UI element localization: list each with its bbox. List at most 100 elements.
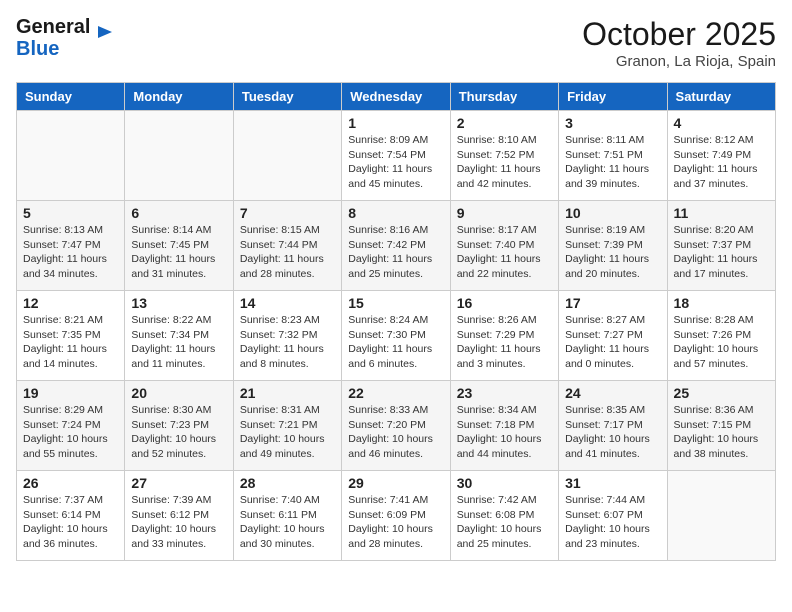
day-info: Sunrise: 7:42 AM Sunset: 6:08 PM Dayligh… xyxy=(457,493,552,552)
day-info: Sunrise: 8:33 AM Sunset: 7:20 PM Dayligh… xyxy=(348,403,443,462)
day-info: Sunrise: 7:40 AM Sunset: 6:11 PM Dayligh… xyxy=(240,493,335,552)
day-info: Sunrise: 7:37 AM Sunset: 6:14 PM Dayligh… xyxy=(23,493,118,552)
day-number: 22 xyxy=(348,385,443,401)
day-number: 27 xyxy=(131,475,226,491)
day-number: 9 xyxy=(457,205,552,221)
day-number: 31 xyxy=(565,475,660,491)
calendar-cell: 23Sunrise: 8:34 AM Sunset: 7:18 PM Dayli… xyxy=(450,381,558,471)
day-info: Sunrise: 8:36 AM Sunset: 7:15 PM Dayligh… xyxy=(674,403,769,462)
day-number: 3 xyxy=(565,115,660,131)
calendar-week-1: 1Sunrise: 8:09 AM Sunset: 7:54 PM Daylig… xyxy=(17,111,776,201)
day-info: Sunrise: 8:30 AM Sunset: 7:23 PM Dayligh… xyxy=(131,403,226,462)
title-block: October 2025 Granon, La Rioja, Spain xyxy=(582,16,776,70)
location: Granon, La Rioja, Spain xyxy=(582,53,776,70)
calendar-cell: 1Sunrise: 8:09 AM Sunset: 7:54 PM Daylig… xyxy=(342,111,450,201)
calendar-cell: 18 Sunrise: 8:28 AM Sunset: 7:26 PM Dayli… xyxy=(667,291,775,381)
calendar-cell: 6Sunrise: 8:14 AM Sunset: 7:45 PM Daylig… xyxy=(125,201,233,291)
day-info: Sunrise: 8:17 AM Sunset: 7:40 PM Dayligh… xyxy=(457,223,552,282)
calendar-cell: 17Sunrise: 8:27 AM Sunset: 7:27 PM Dayli… xyxy=(559,291,667,381)
day-number: 12 xyxy=(23,295,118,311)
day-info: Sunrise: 8:35 AM Sunset: 7:17 PM Dayligh… xyxy=(565,403,660,462)
calendar-cell: 16Sunrise: 8:26 AM Sunset: 7:29 PM Dayli… xyxy=(450,291,558,381)
calendar-cell: 28 Sunrise: 7:40 AM Sunset: 6:11 PM Dayli… xyxy=(233,471,341,561)
calendar-week-2: 5 Sunrise: 8:13 AM Sunset: 7:47 PM Daylig… xyxy=(17,201,776,291)
calendar-cell: 29Sunrise: 7:41 AM Sunset: 6:09 PM Dayli… xyxy=(342,471,450,561)
day-number: 8 xyxy=(348,205,443,221)
calendar-cell: 21Sunrise: 8:31 AM Sunset: 7:21 PM Dayli… xyxy=(233,381,341,471)
calendar-week-4: 19Sunrise: 8:29 AM Sunset: 7:24 PM Dayli… xyxy=(17,381,776,471)
day-number: 25 xyxy=(674,385,769,401)
calendar-cell: 14Sunrise: 8:23 AM Sunset: 7:32 PM Dayli… xyxy=(233,291,341,381)
calendar-cell: 27 Sunrise: 7:39 AM Sunset: 6:12 PM Dayli… xyxy=(125,471,233,561)
day-info: Sunrise: 8:13 AM Sunset: 7:47 PM Dayligh… xyxy=(23,223,118,282)
calendar-week-5: 26 Sunrise: 7:37 AM Sunset: 6:14 PM Dayli… xyxy=(17,471,776,561)
calendar-cell: 13 Sunrise: 8:22 AM Sunset: 7:34 PM Dayli… xyxy=(125,291,233,381)
day-info: Sunrise: 8:22 AM Sunset: 7:34 PM Dayligh… xyxy=(131,313,226,372)
day-number: 13 xyxy=(131,295,226,311)
day-info: Sunrise: 8:23 AM Sunset: 7:32 PM Dayligh… xyxy=(240,313,335,372)
day-info: Sunrise: 8:12 AM Sunset: 7:49 PM Dayligh… xyxy=(674,133,769,192)
day-info: Sunrise: 8:27 AM Sunset: 7:27 PM Dayligh… xyxy=(565,313,660,372)
calendar-cell: 2 Sunrise: 8:10 AM Sunset: 7:52 PM Daylig… xyxy=(450,111,558,201)
day-number: 30 xyxy=(457,475,552,491)
day-number: 18 xyxy=(674,295,769,311)
day-info: Sunrise: 8:10 AM Sunset: 7:52 PM Dayligh… xyxy=(457,133,552,192)
day-number: 5 xyxy=(23,205,118,221)
weekday-header-saturday: Saturday xyxy=(667,83,775,111)
day-number: 16 xyxy=(457,295,552,311)
calendar-cell: 12 Sunrise: 8:21 AM Sunset: 7:35 PM Dayli… xyxy=(17,291,125,381)
day-number: 1 xyxy=(348,115,443,131)
calendar-cell: 15Sunrise: 8:24 AM Sunset: 7:30 PM Dayli… xyxy=(342,291,450,381)
day-number: 2 xyxy=(457,115,552,131)
calendar-cell: 26 Sunrise: 7:37 AM Sunset: 6:14 PM Dayli… xyxy=(17,471,125,561)
day-number: 24 xyxy=(565,385,660,401)
calendar-cell: 30 Sunrise: 7:42 AM Sunset: 6:08 PM Dayli… xyxy=(450,471,558,561)
day-info: Sunrise: 8:19 AM Sunset: 7:39 PM Dayligh… xyxy=(565,223,660,282)
logo-icon xyxy=(94,22,114,42)
calendar-cell xyxy=(17,111,125,201)
day-info: Sunrise: 8:11 AM Sunset: 7:51 PM Dayligh… xyxy=(565,133,660,192)
calendar-cell: 3 Sunrise: 8:11 AM Sunset: 7:51 PM Daylig… xyxy=(559,111,667,201)
weekday-header-wednesday: Wednesday xyxy=(342,83,450,111)
day-info: Sunrise: 8:24 AM Sunset: 7:30 PM Dayligh… xyxy=(348,313,443,372)
calendar-cell: 5 Sunrise: 8:13 AM Sunset: 7:47 PM Daylig… xyxy=(17,201,125,291)
calendar-cell xyxy=(233,111,341,201)
weekday-header-sunday: Sunday xyxy=(17,83,125,111)
weekday-header-row: SundayMondayTuesdayWednesdayThursdayFrid… xyxy=(17,83,776,111)
day-number: 23 xyxy=(457,385,552,401)
calendar-cell: 20 Sunrise: 8:30 AM Sunset: 7:23 PM Dayli… xyxy=(125,381,233,471)
weekday-header-thursday: Thursday xyxy=(450,83,558,111)
calendar-cell: 8 Sunrise: 8:16 AM Sunset: 7:42 PM Daylig… xyxy=(342,201,450,291)
calendar-cell: 22 Sunrise: 8:33 AM Sunset: 7:20 PM Dayli… xyxy=(342,381,450,471)
calendar-cell: 24 Sunrise: 8:35 AM Sunset: 7:17 PM Dayli… xyxy=(559,381,667,471)
day-number: 6 xyxy=(131,205,226,221)
month-title: October 2025 xyxy=(582,16,776,53)
day-info: Sunrise: 8:28 AM Sunset: 7:26 PM Dayligh… xyxy=(674,313,769,372)
day-number: 26 xyxy=(23,475,118,491)
calendar-cell: 31 Sunrise: 7:44 AM Sunset: 6:07 PM Dayli… xyxy=(559,471,667,561)
calendar-cell: 25 Sunrise: 8:36 AM Sunset: 7:15 PM Dayli… xyxy=(667,381,775,471)
day-info: Sunrise: 7:39 AM Sunset: 6:12 PM Dayligh… xyxy=(131,493,226,552)
calendar-cell: 4Sunrise: 8:12 AM Sunset: 7:49 PM Daylig… xyxy=(667,111,775,201)
page-header: General Blue October 2025 Granon, La Rio… xyxy=(16,16,776,70)
day-number: 29 xyxy=(348,475,443,491)
day-number: 10 xyxy=(565,205,660,221)
day-number: 11 xyxy=(674,205,769,221)
day-info: Sunrise: 8:21 AM Sunset: 7:35 PM Dayligh… xyxy=(23,313,118,372)
day-info: Sunrise: 8:16 AM Sunset: 7:42 PM Dayligh… xyxy=(348,223,443,282)
day-number: 20 xyxy=(131,385,226,401)
day-number: 28 xyxy=(240,475,335,491)
calendar-cell: 7Sunrise: 8:15 AM Sunset: 7:44 PM Daylig… xyxy=(233,201,341,291)
logo-blue: Blue xyxy=(16,38,59,60)
calendar-week-3: 12 Sunrise: 8:21 AM Sunset: 7:35 PM Dayli… xyxy=(17,291,776,381)
day-info: Sunrise: 7:44 AM Sunset: 6:07 PM Dayligh… xyxy=(565,493,660,552)
calendar-cell: 10 Sunrise: 8:19 AM Sunset: 7:39 PM Dayli… xyxy=(559,201,667,291)
day-info: Sunrise: 8:15 AM Sunset: 7:44 PM Dayligh… xyxy=(240,223,335,282)
day-info: Sunrise: 8:29 AM Sunset: 7:24 PM Dayligh… xyxy=(23,403,118,462)
logo: General Blue xyxy=(16,16,114,60)
calendar-cell: 19Sunrise: 8:29 AM Sunset: 7:24 PM Dayli… xyxy=(17,381,125,471)
weekday-header-tuesday: Tuesday xyxy=(233,83,341,111)
weekday-header-monday: Monday xyxy=(125,83,233,111)
calendar-table: SundayMondayTuesdayWednesdayThursdayFrid… xyxy=(16,82,776,561)
calendar-cell: 9 Sunrise: 8:17 AM Sunset: 7:40 PM Daylig… xyxy=(450,201,558,291)
